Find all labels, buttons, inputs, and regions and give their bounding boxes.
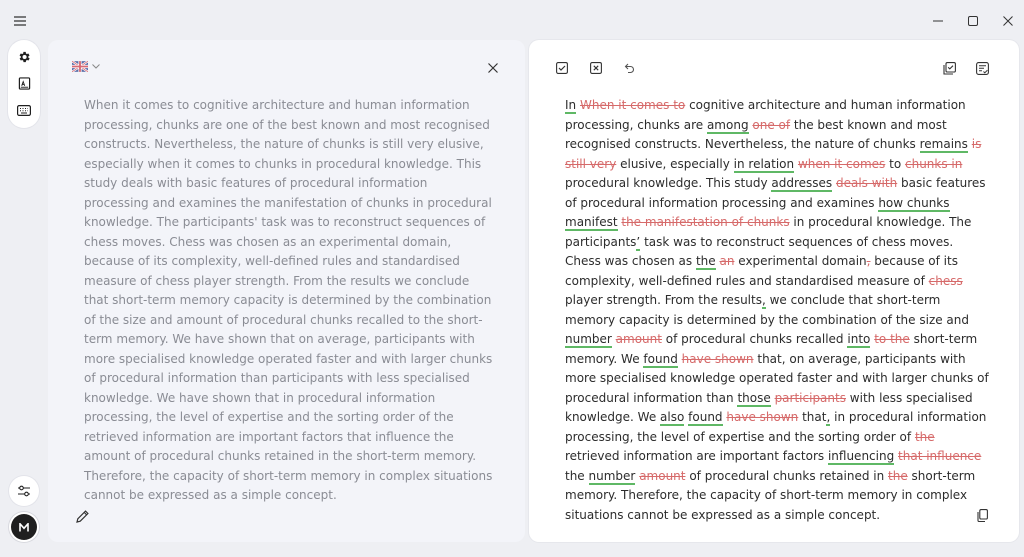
m-letter-icon xyxy=(19,522,29,531)
deletion-suggestion[interactable]: when it comes xyxy=(798,157,885,171)
deletion-suggestion[interactable]: have shown xyxy=(682,352,754,366)
minimize-icon xyxy=(933,20,943,22)
preferences-button[interactable] xyxy=(9,476,39,506)
deletion-suggestion[interactable]: that influence xyxy=(898,449,981,463)
insertion-suggestion[interactable]: in relation xyxy=(733,156,795,173)
copy-icon xyxy=(976,508,988,522)
undo-button[interactable] xyxy=(618,57,640,79)
text-run: of procedural chunks retained in xyxy=(685,468,889,483)
deletion-suggestion[interactable]: to the xyxy=(874,332,910,346)
multi-check-icon xyxy=(943,61,956,75)
side-rail xyxy=(8,40,40,128)
deletion-suggestion[interactable]: When it comes to xyxy=(580,98,685,112)
pencil-icon xyxy=(75,509,89,523)
source-text[interactable]: When it comes to cognitive architecture … xyxy=(84,96,494,506)
maximize-button[interactable] xyxy=(962,10,984,32)
review-changes-button[interactable] xyxy=(938,57,960,79)
deletion-suggestion[interactable]: have shown xyxy=(726,410,798,424)
insertion-suggestion[interactable]: found xyxy=(688,410,723,426)
deletion-suggestion[interactable]: the xyxy=(888,469,908,483)
checkbox-check-icon xyxy=(556,62,568,74)
close-icon xyxy=(488,63,498,73)
output-panel: In When it comes to cognitive architectu… xyxy=(529,40,1019,542)
insertion-suggestion[interactable]: remains xyxy=(919,137,968,153)
menu-button[interactable] xyxy=(9,10,31,32)
document-check-icon xyxy=(975,61,989,75)
text-run: of procedural chunks recalled xyxy=(661,332,848,346)
sliders-icon xyxy=(18,485,30,497)
insertion-suggestion[interactable]: addresses xyxy=(771,176,833,192)
settings-button[interactable] xyxy=(13,46,35,68)
text-run: procedural knowledge. This study xyxy=(565,176,772,190)
text-run: player strength. From the results xyxy=(565,293,762,307)
minimize-button[interactable] xyxy=(927,10,949,32)
deletion-suggestion[interactable]: the manifestation of chunks xyxy=(621,215,789,229)
insertion-suggestion[interactable]: those xyxy=(737,390,771,407)
book-icon xyxy=(18,77,30,91)
close-icon xyxy=(1003,16,1013,26)
deletion-suggestion[interactable]: chunks in xyxy=(905,157,962,171)
close-window-button[interactable] xyxy=(997,10,1019,32)
deletion-suggestion[interactable]: one of xyxy=(752,118,790,132)
source-panel: When it comes to cognitive architecture … xyxy=(48,40,525,542)
deletion-suggestion[interactable]: amount xyxy=(616,332,662,346)
clear-text-button[interactable] xyxy=(482,57,504,79)
insertion-suggestion[interactable]: also xyxy=(660,410,685,426)
uk-flag-icon xyxy=(72,61,88,72)
text-run: that xyxy=(798,410,827,424)
insertion-suggestion[interactable]: influencing xyxy=(827,449,895,465)
text-run: elusive, especially xyxy=(616,156,734,171)
chevron-down-icon xyxy=(92,64,100,69)
keyboard-icon xyxy=(17,105,31,117)
insertion-suggestion[interactable]: In xyxy=(565,98,577,114)
deletion-suggestion[interactable]: participants xyxy=(775,391,846,405)
edit-button[interactable] xyxy=(72,506,92,526)
title-bar xyxy=(0,0,1024,40)
deletion-suggestion[interactable]: an xyxy=(719,254,734,268)
maximize-icon xyxy=(968,16,978,26)
text-run: retrieved information are important fact… xyxy=(565,449,828,463)
deletion-suggestion[interactable]: chess xyxy=(929,274,963,288)
insertion-suggestion[interactable]: the xyxy=(695,254,716,270)
reject-all-button[interactable] xyxy=(585,57,607,79)
text-run: to xyxy=(885,156,905,171)
text-run: experimental domain xyxy=(734,254,867,268)
corrected-text[interactable]: In When it comes to cognitive architectu… xyxy=(565,96,989,525)
insertion-suggestion[interactable]: number xyxy=(588,468,636,485)
accept-all-button[interactable] xyxy=(551,57,573,79)
deletion-suggestion[interactable]: deals with xyxy=(836,176,897,190)
gear-icon xyxy=(19,52,30,63)
dictionary-button[interactable] xyxy=(13,73,35,95)
checkbox-x-icon xyxy=(590,62,602,74)
summary-button[interactable] xyxy=(971,57,993,79)
copy-button[interactable] xyxy=(971,504,993,526)
insertion-suggestion[interactable]: among xyxy=(706,117,749,134)
insertion-suggestion[interactable]: number xyxy=(565,332,612,348)
keyboard-button[interactable] xyxy=(13,100,35,122)
language-selector[interactable] xyxy=(72,61,100,72)
avatar[interactable] xyxy=(11,514,37,540)
hamburger-icon xyxy=(14,16,26,26)
insertion-suggestion[interactable]: into xyxy=(847,332,871,348)
insertion-suggestion[interactable]: found xyxy=(643,351,678,368)
deletion-suggestion[interactable]: amount xyxy=(639,469,685,483)
undo-icon xyxy=(624,63,634,74)
deletion-suggestion[interactable]: the xyxy=(915,430,935,444)
text-run: the xyxy=(565,468,589,483)
